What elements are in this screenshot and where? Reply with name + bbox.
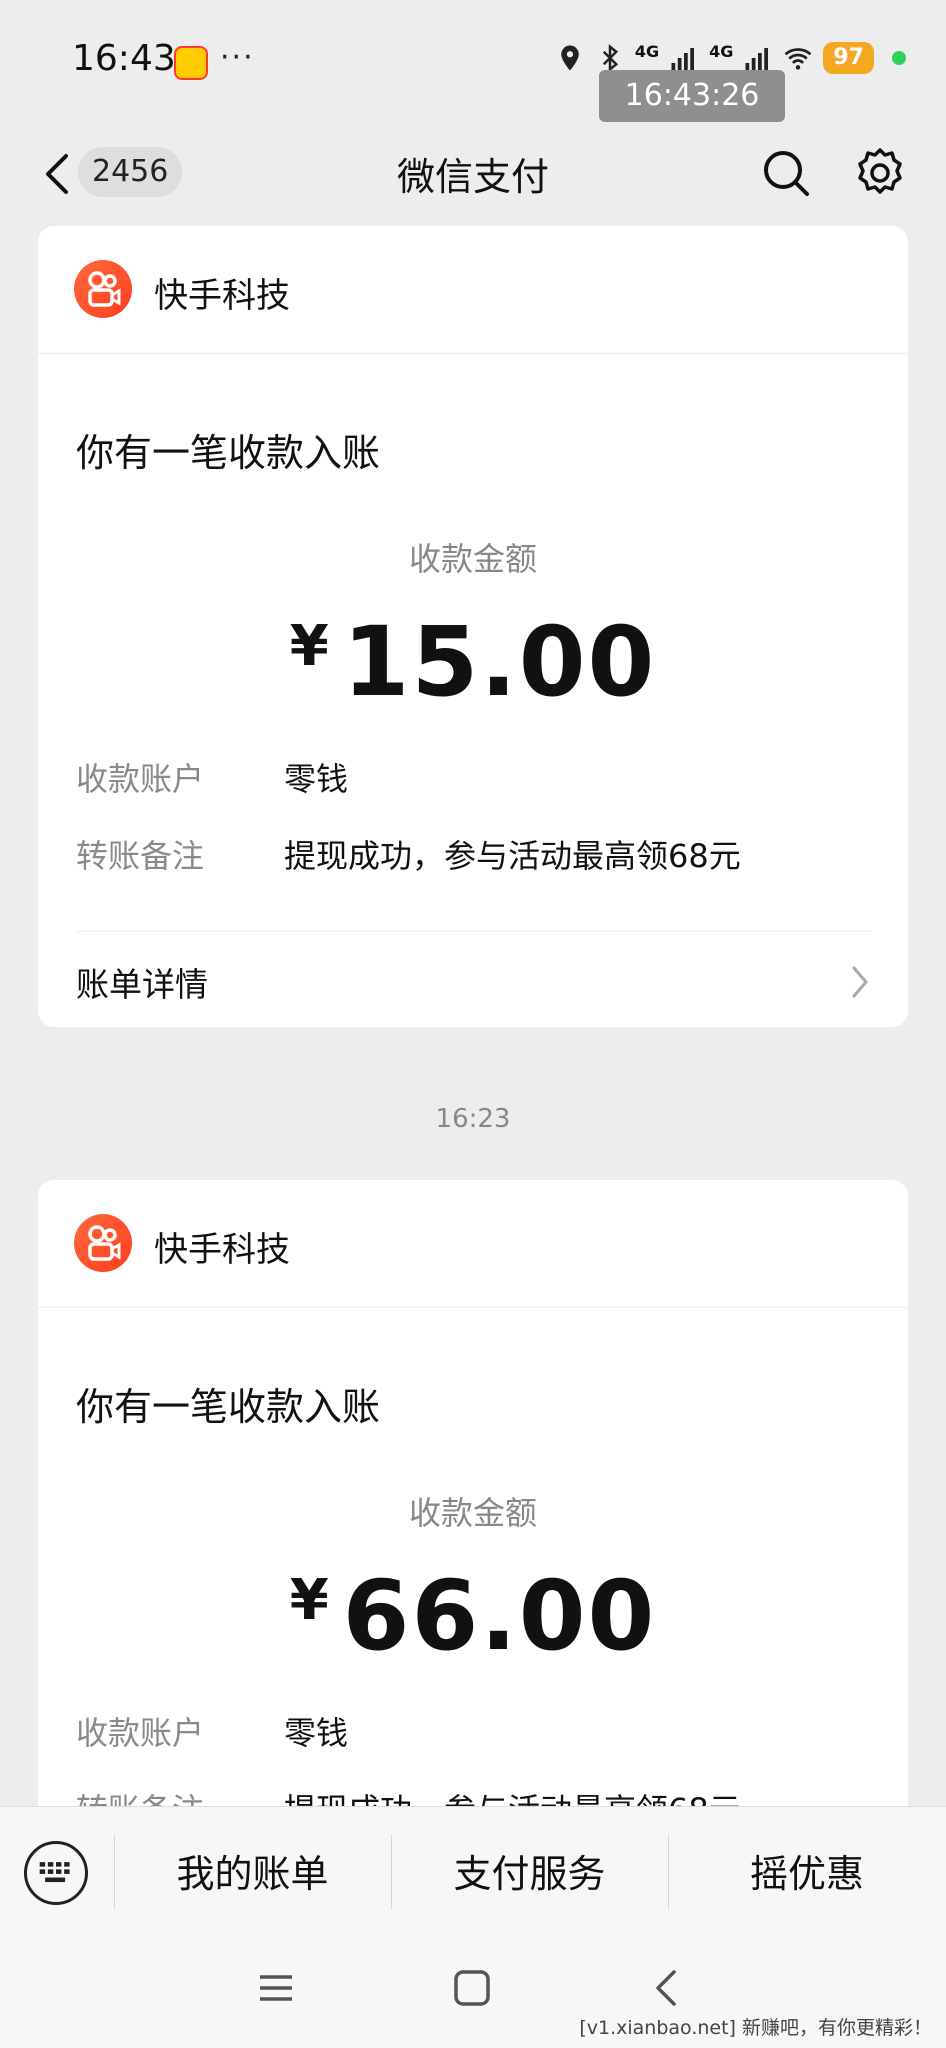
keyboard-toggle-button[interactable] [24,1841,88,1905]
bluetooth-icon [602,44,618,72]
menu-payment-services[interactable]: 支付服务 [391,1843,668,1898]
bill-detail-label: 账单详情 [76,965,208,1004]
service-menu-bar: 我的账单 支付服务 摇优惠 [0,1806,946,1928]
card-header: 快手科技 [38,226,908,354]
keyboard-icon [39,1862,70,1883]
kuaishou-logo-icon [74,260,132,318]
privacy-indicator-dot [892,51,906,65]
payment-message-card[interactable]: 快手科技 你有一笔收款入账 收款金额 ¥15.00 收款账户 零钱 转账备注 提现成… [38,226,908,1027]
status-bar: 16:43 ··· 4G 4G 97 16:43:26 [0,0,946,122]
currency-symbol: ¥ [289,1568,329,1633]
amount-value: ¥66.00 [38,1560,908,1672]
menu-my-bills[interactable]: 我的账单 [114,1843,391,1898]
more-notifications-indicator: ··· [220,40,255,75]
search-icon[interactable] [758,145,814,201]
account-value: 零钱 [284,760,349,798]
note-row: 转账备注提现成功，参与活动最高领68元 [76,1785,741,1806]
signal-icon-2 [745,48,769,71]
system-navigation-bar: [v1.xianbao.net] 新赚吧，有你更精彩！ [0,1928,946,2048]
note-value: 提现成功，参与活动最高领68元 [284,837,741,875]
account-key: 收款账户 [76,1714,205,1752]
message-title: 你有一笔收款入账 [76,431,381,475]
app-notification-icon [174,46,208,80]
gear-icon[interactable] [852,145,908,201]
message-timestamp: 16:23 [435,1104,511,1134]
note-value: 提现成功，参与活动最高领68元 [284,1791,741,1806]
amount-label: 收款金额 [408,1494,537,1532]
amount-label: 收款金额 [408,540,537,578]
signal-icon [671,48,695,71]
nav-bar: 2456 微信支付 [0,120,946,228]
currency-symbol: ¥ [289,614,329,679]
account-row: 收款账户 零钱 [76,1708,348,1754]
payment-message-card[interactable]: 快手科技 你有一笔收款入账 收款金额 ¥66.00 收款账户 零钱 转账备注提现成… [38,1180,908,1806]
amount-number: 15.00 [342,606,657,718]
account-key: 收款账户 [76,760,205,798]
note-key: 转账备注 [76,1785,284,1806]
network-type-label-2: 4G [709,42,734,61]
account-row: 收款账户 零钱 [76,754,348,800]
battery-indicator: 97 [823,42,874,74]
back-icon[interactable] [648,1968,688,2008]
status-time: 16:43 [72,38,176,79]
account-value: 零钱 [284,1714,349,1752]
menu-shake-discounts[interactable]: 摇优惠 [668,1843,946,1898]
merchant-name: 快手科技 [154,1230,290,1270]
chevron-right-icon [852,966,868,998]
bill-detail-link[interactable]: 账单详情 [76,931,872,1027]
location-icon [561,45,579,71]
floating-clock: 16:43:26 [599,70,785,122]
kuaishou-logo-icon [74,1214,132,1272]
message-title: 你有一笔收款入账 [76,1385,381,1429]
note-key: 转账备注 [76,837,205,875]
note-row: 转账备注 提现成功，参与活动最高领68元 [76,831,741,877]
home-icon[interactable] [452,1968,492,2008]
watermark-text: [v1.xianbao.net] 新赚吧，有你更精彩！ [579,2017,932,2039]
wifi-icon [784,48,812,70]
amount-value: ¥15.00 [38,606,908,718]
card-header: 快手科技 [38,1180,908,1308]
merchant-name: 快手科技 [154,276,290,316]
amount-number: 66.00 [342,1560,657,1672]
network-type-label: 4G [634,42,660,61]
menu-icon[interactable] [256,1968,296,2008]
